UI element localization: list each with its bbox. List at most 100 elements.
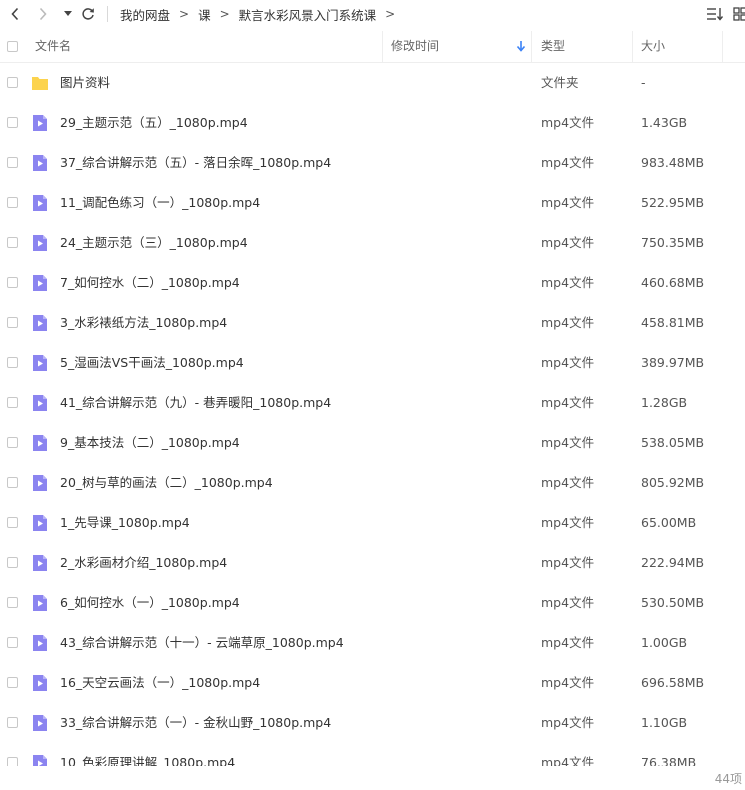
file-row[interactable]: 29_主题示范（五）_1080p.mp4 mp4文件 1.43GB: [0, 103, 745, 143]
file-type: mp4文件: [541, 675, 595, 690]
file-name[interactable]: 10_色彩原理讲解_1080p.mp4: [60, 743, 235, 766]
breadcrumb-separator: >: [179, 7, 190, 21]
file-row[interactable]: 37_综合讲解示范（五）- 落日余晖_1080p.mp4 mp4文件 983.48M…: [0, 143, 745, 183]
file-name[interactable]: 16_天空云画法（一）_1080p.mp4: [60, 663, 260, 703]
sort-list-icon: [707, 8, 724, 21]
video-file-icon: [33, 635, 47, 651]
row-checkbox[interactable]: [7, 117, 18, 128]
row-checkbox[interactable]: [7, 397, 18, 408]
file-row[interactable]: 2_水彩画材介绍_1080p.mp4 mp4文件 222.94MB: [0, 543, 745, 583]
back-button[interactable]: [5, 4, 25, 24]
row-checkbox[interactable]: [7, 77, 18, 88]
file-size: 460.68MB: [641, 275, 705, 290]
file-name[interactable]: 6_如何控水（一）_1080p.mp4: [60, 583, 240, 623]
row-checkbox[interactable]: [7, 597, 18, 608]
file-type: mp4文件: [541, 435, 595, 450]
refresh-button[interactable]: [78, 4, 98, 24]
row-checkbox[interactable]: [7, 757, 18, 766]
file-name[interactable]: 2_水彩画材介绍_1080p.mp4: [60, 543, 227, 583]
file-row[interactable]: 11_调配色练习（一）_1080p.mp4 mp4文件 522.95MB: [0, 183, 745, 223]
item-count: 44项: [714, 772, 742, 786]
file-size: 65.00MB: [641, 515, 697, 530]
video-file-icon: [33, 395, 47, 411]
file-name[interactable]: 33_综合讲解示范（一）- 金秋山野_1080p.mp4: [60, 703, 331, 743]
caret-down-icon: [64, 11, 72, 16]
file-name[interactable]: 1_先导课_1080p.mp4: [60, 503, 190, 543]
file-size: 983.48MB: [641, 155, 705, 170]
file-size: 458.81MB: [641, 315, 705, 330]
video-file-icon: [33, 115, 47, 131]
refresh-icon: [82, 8, 94, 20]
breadcrumb-item-course[interactable]: 课: [198, 5, 211, 24]
column-header-name[interactable]: 文件名: [35, 31, 71, 62]
file-name[interactable]: 9_基本技法（二）_1080p.mp4: [60, 423, 240, 463]
file-name[interactable]: 43_综合讲解示范（十一）- 云端草原_1080p.mp4: [60, 623, 344, 663]
file-row[interactable]: 20_树与草的画法（二）_1080p.mp4 mp4文件 805.92MB: [0, 463, 745, 503]
sort-arrow-down-icon[interactable]: [516, 40, 526, 52]
row-checkbox[interactable]: [7, 717, 18, 728]
row-checkbox[interactable]: [7, 237, 18, 248]
file-row[interactable]: 10_色彩原理讲解_1080p.mp4 mp4文件 76.38MB: [0, 743, 745, 766]
file-row[interactable]: 5_湿画法VS干画法_1080p.mp4 mp4文件 389.97MB: [0, 343, 745, 383]
breadcrumb-item-root[interactable]: 我的网盘: [120, 5, 170, 24]
file-name[interactable]: 29_主题示范（五）_1080p.mp4: [60, 103, 248, 143]
file-row[interactable]: 43_综合讲解示范（十一）- 云端草原_1080p.mp4 mp4文件 1.00GB: [0, 623, 745, 663]
row-checkbox[interactable]: [7, 677, 18, 688]
chevron-left-icon: [11, 7, 19, 21]
row-checkbox[interactable]: [7, 437, 18, 448]
file-row[interactable]: 图片资料 文件夹 -: [0, 63, 745, 103]
file-type: 文件夹: [541, 75, 579, 90]
breadcrumb-item-current[interactable]: 默言水彩风景入门系统课: [239, 5, 377, 24]
row-checkbox[interactable]: [7, 277, 18, 288]
file-row[interactable]: 9_基本技法（二）_1080p.mp4 mp4文件 538.05MB: [0, 423, 745, 463]
row-checkbox[interactable]: [7, 197, 18, 208]
column-divider[interactable]: [531, 31, 532, 62]
column-header-size[interactable]: 大小: [641, 31, 665, 62]
file-name[interactable]: 7_如何控水（二）_1080p.mp4: [60, 263, 240, 303]
column-header-modified[interactable]: 修改时间: [391, 31, 439, 62]
select-all-checkbox[interactable]: [7, 41, 18, 52]
file-row[interactable]: 3_水彩裱纸方法_1080p.mp4 mp4文件 458.81MB: [0, 303, 745, 343]
column-divider[interactable]: [382, 31, 383, 62]
row-checkbox[interactable]: [7, 157, 18, 168]
file-row[interactable]: 41_综合讲解示范（九）- 巷弄暖阳_1080p.mp4 mp4文件 1.28GB: [0, 383, 745, 423]
row-checkbox[interactable]: [7, 317, 18, 328]
file-row[interactable]: 1_先导课_1080p.mp4 mp4文件 65.00MB: [0, 503, 745, 543]
file-name[interactable]: 41_综合讲解示范（九）- 巷弄暖阳_1080p.mp4: [60, 383, 331, 423]
file-size: 750.35MB: [641, 235, 705, 250]
file-row[interactable]: 16_天空云画法（一）_1080p.mp4 mp4文件 696.58MB: [0, 663, 745, 703]
file-name[interactable]: 11_调配色练习（一）_1080p.mp4: [60, 183, 260, 223]
file-name[interactable]: 24_主题示范（三）_1080p.mp4: [60, 223, 248, 263]
file-row[interactable]: 7_如何控水（二）_1080p.mp4 mp4文件 460.68MB: [0, 263, 745, 303]
file-row[interactable]: 6_如何控水（一）_1080p.mp4 mp4文件 530.50MB: [0, 583, 745, 623]
row-checkbox[interactable]: [7, 477, 18, 488]
view-mode-button[interactable]: [733, 5, 745, 23]
file-name[interactable]: 37_综合讲解示范（五）- 落日余晖_1080p.mp4: [60, 143, 331, 183]
row-checkbox[interactable]: [7, 557, 18, 568]
column-header-type[interactable]: 类型: [541, 31, 565, 62]
file-type: mp4文件: [541, 555, 595, 570]
status-bar: 44项: [0, 766, 745, 790]
file-name[interactable]: 3_水彩裱纸方法_1080p.mp4: [60, 303, 227, 343]
file-name[interactable]: 20_树与草的画法（二）_1080p.mp4: [60, 463, 273, 503]
column-divider[interactable]: [632, 31, 633, 62]
file-name[interactable]: 图片资料: [60, 63, 110, 103]
file-type: mp4文件: [541, 195, 595, 210]
file-size: 805.92MB: [641, 475, 705, 490]
video-file-icon: [33, 155, 47, 171]
grid-view-icon: [733, 7, 745, 21]
sort-order-button[interactable]: [705, 5, 725, 23]
file-size: 76.38MB: [641, 755, 697, 766]
video-file-icon: [33, 355, 47, 371]
forward-button[interactable]: [33, 4, 53, 24]
row-checkbox[interactable]: [7, 357, 18, 368]
row-checkbox[interactable]: [7, 637, 18, 648]
video-file-icon: [33, 235, 47, 251]
history-dropdown-button[interactable]: [58, 4, 78, 24]
file-row[interactable]: 33_综合讲解示范（一）- 金秋山野_1080p.mp4 mp4文件 1.10GB: [0, 703, 745, 743]
file-row[interactable]: 24_主题示范（三）_1080p.mp4 mp4文件 750.35MB: [0, 223, 745, 263]
row-checkbox[interactable]: [7, 517, 18, 528]
column-divider[interactable]: [722, 31, 723, 62]
file-size: 538.05MB: [641, 435, 705, 450]
file-name[interactable]: 5_湿画法VS干画法_1080p.mp4: [60, 343, 244, 383]
